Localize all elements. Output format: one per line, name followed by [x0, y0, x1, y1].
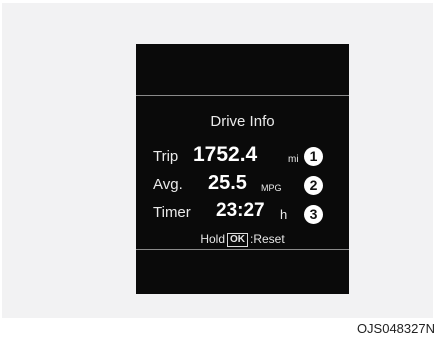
hint-prefix: Hold	[200, 232, 225, 246]
bottom-divider	[136, 249, 349, 250]
top-divider	[136, 95, 349, 96]
trip-unit: mi	[288, 154, 299, 165]
timer-value: 23:27	[216, 200, 265, 221]
callout-2-icon: 2	[304, 176, 323, 195]
figure-code: OJS048327N	[356, 321, 435, 336]
reset-hint: Hold OK:Reset	[136, 232, 349, 247]
avg-label: Avg.	[153, 176, 183, 193]
avg-unit: MPG	[261, 183, 282, 193]
hint-suffix: :Reset	[250, 232, 285, 246]
display-title: Drive Info	[210, 113, 275, 130]
trip-value: 1752.4	[193, 143, 258, 166]
trip-label: Trip	[153, 148, 179, 165]
avg-value: 25.5	[208, 172, 247, 194]
callout-3-icon: 3	[304, 205, 323, 224]
cluster-display: Drive Info Trip 1752.4 mi Avg. 25.5 MPG …	[136, 44, 349, 294]
timer-label: Timer	[153, 204, 191, 221]
timer-unit: h	[280, 207, 288, 222]
callout-1-icon: 1	[304, 147, 323, 166]
ok-button-icon: OK	[227, 233, 248, 247]
